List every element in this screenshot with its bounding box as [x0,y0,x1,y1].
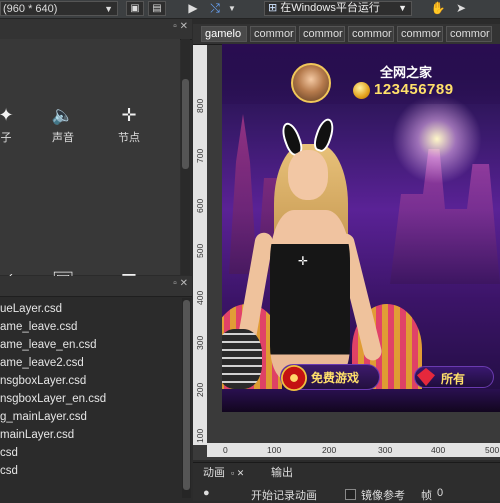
avatar[interactable] [291,63,331,103]
components-grid: ✦ 子 🔈 声音 ✛ 节点 ⟋ 🖼 ☰ [0,39,180,291]
record-controls: ● 开始记录动画 镜像参考 帧 0 [193,487,500,503]
component-particle[interactable]: ✦ 子 [0,101,36,145]
bottom-bar [222,389,500,412]
run-target-select[interactable]: ⊞ 在Windows平台运行 ▼ [264,1,412,16]
frame-value[interactable]: 0 [437,487,443,499]
toolbar-toggle-button-2[interactable]: ▤ [148,1,166,16]
tab-common-1[interactable]: commor [250,26,296,42]
resolution-select[interactable]: (960 * 640) ▼ [0,1,118,16]
resources-panel-header: ▫ ✕ [0,276,192,297]
top-toolbar: (960 * 640) ▼ ▣ ▤ ▶ ⤭ ▼ ⊞ 在Windows平台运行 ▼ … [0,0,500,19]
tab-animation[interactable]: 动画 [203,465,225,481]
character-face [288,150,328,200]
mirror-label: 镜像参考 [361,490,405,502]
resources-panel: ▫ ✕ ueLayer.csd ame_leave.csd ame_leave_… [0,276,192,500]
node-crosshair-icon: ✛ [121,105,137,125]
pointer-tool-icon[interactable]: ➤ [453,1,469,16]
ruler-label: 0 [223,445,228,455]
component-label: 声音 [52,132,74,144]
list-item[interactable]: ame_leave.csd [0,318,182,336]
ruler-label: 300 [195,335,205,350]
play-icon[interactable]: ▶ [185,1,201,16]
roulette-icon [281,365,307,391]
run-target-label: 在Windows平台运行 [280,2,380,14]
ruler-label: 300 [378,445,393,455]
list-item[interactable]: nsgboxLayer_en.csd [0,390,182,408]
list-item[interactable]: nsgboxLayer.csd [0,372,182,390]
frame-label: 帧 [421,490,432,502]
scrollbar-thumb[interactable] [183,300,190,490]
bunny-ear [311,116,337,154]
hand-tool-icon[interactable]: ✋ [430,1,446,16]
list-item[interactable]: ame_leave2.csd [0,354,182,372]
publish-icon[interactable]: ⤭ [207,1,223,16]
tab-common-4[interactable]: commor [397,26,443,42]
poker-chips-icon [222,329,262,389]
mirror-checkbox[interactable] [345,489,356,500]
animation-panel: 动画 ▫ ✕ 输出 ● 开始记录动画 镜像参考 帧 0 [193,462,500,503]
list-item[interactable]: ame_leave_en.csd [0,336,182,354]
component-label: 子 [0,132,12,144]
character-body [270,210,350,380]
coin-icon [353,82,370,99]
vertical-ruler: 800 700 600 500 400 300 200 100 [193,45,207,445]
free-play-button[interactable]: 免费游戏 [280,364,380,391]
player-name: 全网之家 [380,65,433,80]
tab-output[interactable]: 输出 [271,465,293,481]
publish-dropdown-icon[interactable]: ▼ [224,1,240,16]
ruler-label: 100 [195,428,205,443]
game-scene-preview[interactable]: 全网之家 123456789 免费游戏 所有 [222,44,500,412]
component-node[interactable]: ✛ 节点 [99,101,159,145]
components-panel: ▫ ✕ ✦ 子 🔈 声音 ✛ 节点 ⟋ 🖼 ☰ [0,19,192,291]
ruler-label: 600 [195,198,205,213]
tab-common-5[interactable]: commor [446,26,492,42]
components-panel-header: ▫ ✕ [0,19,192,40]
resolution-label: (960 * 640) [3,3,58,15]
panel-controls[interactable]: ▫ ✕ [173,278,188,289]
component-audio[interactable]: 🔈 声音 [33,101,93,145]
list-item[interactable]: ueLayer.csd [0,300,182,318]
chevron-down-icon: ▼ [104,4,113,14]
list-item[interactable]: csd [0,444,182,462]
record-label[interactable]: 开始记录动画 [251,487,317,503]
scrollbar-thumb[interactable] [182,79,189,169]
ruler-label: 500 [485,445,500,455]
selection-handle-icon[interactable]: ✛ [298,255,310,267]
toolbar-toggle-button-1[interactable]: ▣ [126,1,144,16]
background-spotlight [392,94,482,184]
gem-icon [417,368,435,386]
ruler-label: 400 [195,290,205,305]
ruler-label: 100 [267,445,282,455]
panel-controls[interactable]: ▫ ✕ [173,21,188,32]
ruler-label: 500 [195,243,205,258]
list-item[interactable]: g_mainLayer.csd [0,408,182,426]
components-scrollbar[interactable] [181,39,190,275]
list-item[interactable]: csd [0,462,182,480]
file-list-scrollbar[interactable] [182,298,191,498]
panel-controls[interactable]: ▫ ✕ [231,465,244,481]
file-list: ueLayer.csd ame_leave.csd ame_leave_en.c… [0,300,182,500]
ruler-label: 200 [322,445,337,455]
chevron-down-icon: ▼ [398,3,407,13]
windows-icon: ⊞ [268,2,278,14]
ruler-label: 700 [195,148,205,163]
all-label: 所有 [441,372,466,386]
ruler-label: 800 [195,98,205,113]
editor-tab-bar: gamelo commor commor commor commor commo… [193,24,500,45]
ruler-label: 400 [431,445,446,455]
tab-common-2[interactable]: commor [299,26,345,42]
sparkle-icon: ✦ [0,105,14,125]
all-games-button[interactable]: 所有 [414,366,494,388]
free-play-label: 免费游戏 [311,371,360,385]
list-item[interactable]: mainLayer.csd [0,426,182,444]
horizontal-ruler: 0 100 200 300 400 500 [207,443,500,457]
component-label: 节点 [118,132,140,144]
coin-count: 123456789 [374,81,454,98]
record-toggle-icon[interactable]: ● [203,487,210,499]
tab-common-3[interactable]: commor [348,26,394,42]
ruler-label: 200 [195,382,205,397]
speaker-icon: 🔈 [51,105,75,125]
tab-gamelobby[interactable]: gamelo [201,26,247,42]
